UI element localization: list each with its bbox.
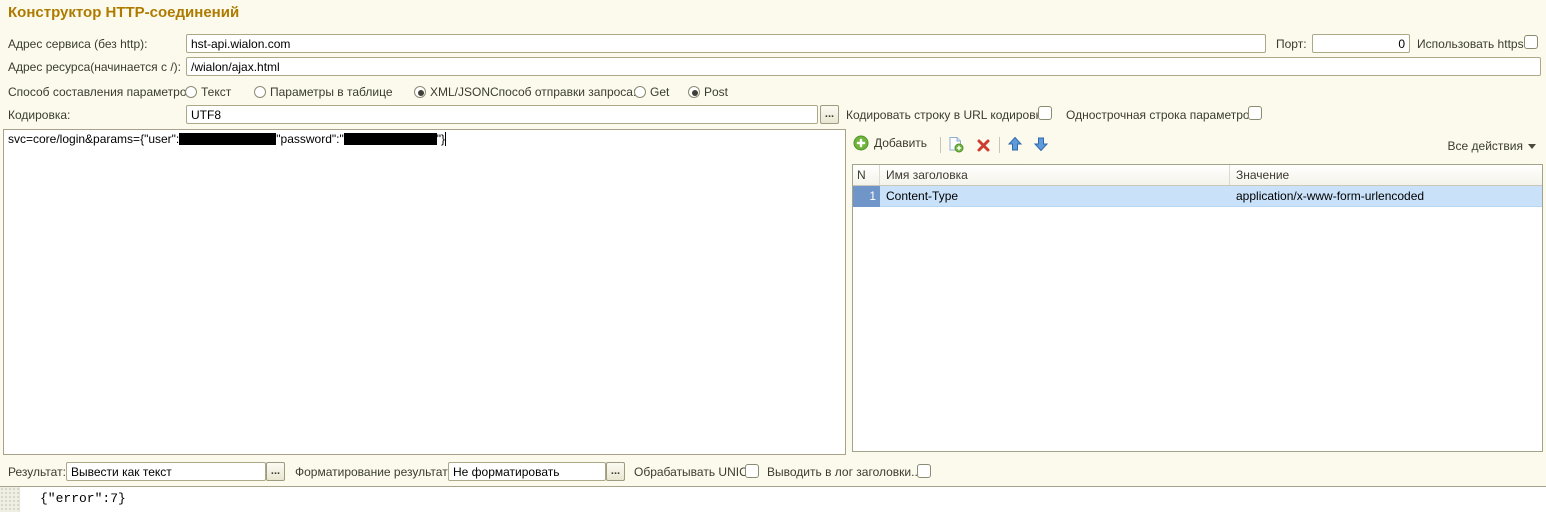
use-https-label: Использовать https: [1417, 37, 1527, 51]
row-number-cell: 1 [853, 186, 880, 207]
process-unic-label: Обрабатывать UNIC... [634, 465, 758, 479]
delete-header-button[interactable] [976, 138, 991, 153]
column-header-name: Имя заголовка [880, 165, 1230, 185]
port-input[interactable] [1312, 34, 1410, 53]
params-method-option-table[interactable]: Параметры в таблице [254, 84, 393, 99]
result-format-input[interactable] [448, 462, 606, 481]
request-method-label: Способ отправки запроса: [490, 85, 636, 99]
result-more-button[interactable]: ... [266, 462, 285, 481]
radio-icon [185, 86, 197, 98]
add-header-label: Добавить [874, 136, 927, 150]
move-up-button[interactable] [1007, 136, 1023, 152]
request-params-editor[interactable]: svc=core/login&params={"user": "password"… [3, 129, 846, 455]
radio-icon-selected [688, 86, 700, 98]
params-method-option-xmljson[interactable]: XML/JSON [414, 84, 490, 99]
result-label: Результат: [8, 465, 66, 479]
arrow-down-icon [1033, 136, 1049, 152]
column-header-n: N [853, 165, 880, 185]
resource-address-input[interactable] [186, 57, 1541, 76]
request-method-option-get[interactable]: Get [634, 84, 669, 99]
radio-option-label: Параметры в таблице [270, 85, 393, 99]
resource-address-label: Адрес ресурса(начинается с /): [8, 60, 181, 74]
headers-table: N Имя заголовка Значение 1 Content-Type … [852, 164, 1543, 452]
delete-x-icon [976, 138, 991, 153]
result-mode-input[interactable] [66, 462, 266, 481]
page-title: Конструктор HTTP-соединений [8, 4, 239, 21]
encoding-label: Кодировка: [8, 108, 70, 122]
radio-option-label: XML/JSON [430, 85, 490, 99]
radio-icon [254, 86, 266, 98]
result-format-more-button[interactable]: ... [606, 462, 625, 481]
params-text-between: "password":" [276, 132, 343, 146]
port-label: Порт: [1276, 37, 1307, 51]
result-format-label: Форматирование результата: [295, 465, 458, 479]
log-headers-checkbox[interactable] [917, 464, 931, 478]
add-plus-icon [853, 135, 869, 151]
radio-option-label: Post [704, 85, 728, 99]
headers-table-header: N Имя заголовка Значение [853, 165, 1542, 186]
url-encode-label: Кодировать строку в URL кодировке: [846, 108, 1051, 122]
editor-gutter [0, 487, 20, 512]
request-method-option-post[interactable]: Post [688, 84, 728, 99]
single-line-label: Однострочная строка параметров: [1066, 108, 1259, 122]
encoding-more-button[interactable]: ... [820, 105, 839, 124]
radio-icon [634, 86, 646, 98]
header-name-cell: Content-Type [880, 186, 1230, 207]
all-actions-label: Все действия [1448, 139, 1523, 153]
chevron-down-icon [1528, 144, 1536, 149]
log-headers-label: Выводить в лог заголовки... [767, 465, 921, 479]
params-method-label: Способ составления параметров: [8, 85, 196, 99]
url-encode-checkbox[interactable] [1038, 106, 1052, 120]
service-address-input[interactable] [186, 34, 1266, 53]
params-text-prefix: svc=core/login&params={"user": [8, 132, 179, 146]
http-connection-constructor-window: Конструктор HTTP-соединений Адрес сервис… [0, 0, 1546, 512]
duplicate-header-button[interactable] [947, 136, 964, 153]
radio-icon-selected [414, 86, 426, 98]
service-address-label: Адрес сервиса (без http): [8, 37, 147, 51]
toolbar-separator [940, 137, 941, 153]
text-cursor [445, 132, 446, 146]
params-method-option-text[interactable]: Текст [185, 84, 231, 99]
table-row[interactable]: 1 Content-Type application/x-www-form-ur… [853, 186, 1542, 207]
single-line-checkbox[interactable] [1248, 106, 1262, 120]
use-https-checkbox[interactable] [1524, 35, 1538, 49]
copy-plus-icon [947, 136, 964, 153]
arrow-up-icon [1007, 136, 1023, 152]
header-value-cell: application/x-www-form-urlencoded [1230, 186, 1542, 207]
encoding-input[interactable] [186, 105, 818, 124]
redacted-password-value [344, 133, 437, 145]
radio-option-label: Get [650, 85, 669, 99]
process-unic-checkbox[interactable] [745, 464, 759, 478]
result-output[interactable]: {"error":7} [0, 486, 1546, 512]
add-header-button[interactable]: Добавить [853, 135, 927, 151]
result-output-text: {"error":7} [40, 491, 126, 506]
all-actions-button[interactable]: Все действия [1448, 139, 1536, 153]
column-header-value: Значение [1230, 165, 1542, 185]
redacted-user-value [179, 133, 276, 145]
move-down-button[interactable] [1033, 136, 1049, 152]
params-text-suffix: "} [437, 132, 445, 146]
toolbar-separator [999, 137, 1000, 153]
radio-option-label: Текст [201, 85, 231, 99]
